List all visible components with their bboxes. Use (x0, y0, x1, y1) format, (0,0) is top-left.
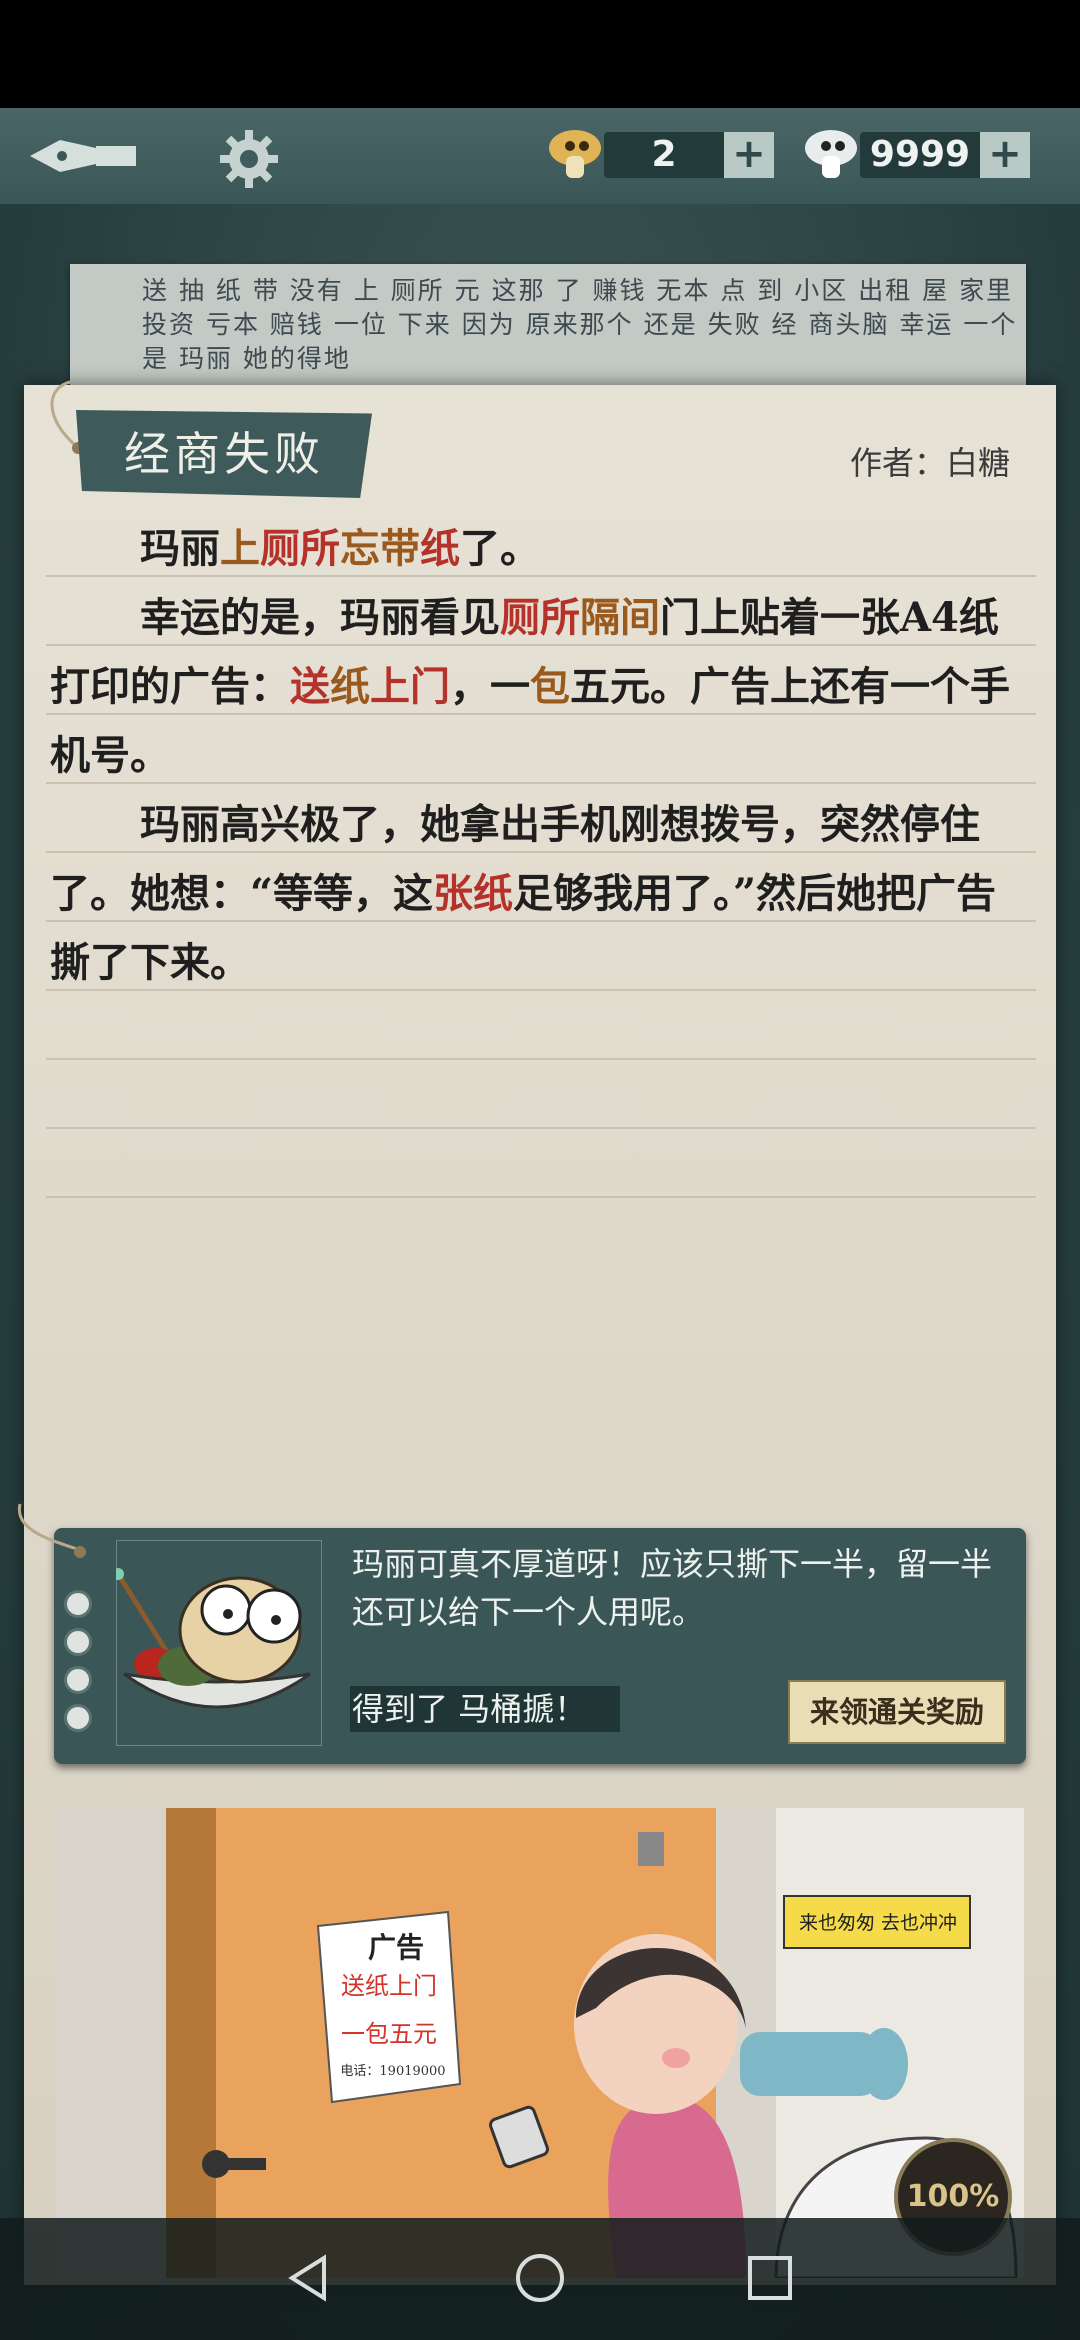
ruled-line (46, 1058, 1036, 1060)
claim-reward-button[interactable]: 来领通关奖励 (788, 1680, 1006, 1744)
hint-words-strip: 送 抽 纸 带 没有 上 厕所 元 这那 了 赚钱 无本 点 到 小区 出租 屋… (70, 264, 1026, 396)
toilet-sign: 来也匆匆 去也冲冲 (798, 1912, 958, 1934)
author-label: 作者：白糖 (849, 444, 1010, 482)
story-paragraph-3: 玛丽高兴极了，她拿出手机刚想拨号，突然停住了。她想：“等等，这张纸足够我用了。”… (50, 801, 997, 986)
binder-hole (64, 1628, 92, 1656)
pen-back-icon[interactable] (26, 130, 146, 182)
turtle-plunger-icon (116, 1540, 322, 1746)
story-paragraph-2: 幸运的是，玛丽看见厕所隔间门上贴着一张A4纸打印的广告：送纸上门，一包五元。广告… (50, 594, 1010, 779)
status-bar (0, 0, 1080, 108)
binder-hole (64, 1666, 92, 1694)
bathroom-scene (56, 1808, 1024, 2278)
hint-words-text: 送 抽 纸 带 没有 上 厕所 元 这那 了 赚钱 无本 点 到 小区 出租 屋… (142, 276, 1018, 373)
top-bar: 2 + 9999 + (0, 108, 1080, 204)
coin-mushroom-icon (805, 130, 857, 178)
level-title: 经商失败 (124, 427, 324, 481)
navigation-bar (0, 2218, 1080, 2340)
settings-gear-icon[interactable] (218, 128, 280, 190)
ruled-line (46, 1196, 1036, 1198)
hint-mushroom-icon (549, 130, 601, 178)
gain-prefix: 得到了 (352, 1690, 449, 1728)
gain-item: 马桶搋！ (458, 1690, 587, 1728)
add-coin-button[interactable]: + (980, 132, 1030, 178)
story-paragraph-1: 玛丽上厕所忘带纸了。 (140, 525, 540, 572)
hint-count: 2 (651, 134, 677, 175)
poster-title: 广告 (367, 1931, 424, 1964)
comment-text: 玛丽可真不厚道呀！应该只撕下一半，留一半还可以给下一个人用呢。 (352, 1545, 993, 1631)
nav-home-icon[interactable] (514, 2252, 566, 2304)
nav-recents-icon[interactable] (744, 2252, 796, 2304)
poster-phone: 电话：19019000 (340, 2064, 446, 2079)
ruled-line (46, 1127, 1036, 1129)
binder-hole (64, 1590, 92, 1618)
poster-line-1: 送纸上门 (341, 1972, 437, 2000)
story-text: 玛丽上厕所忘带纸了。 幸运的是，玛丽看见厕所隔间门上贴着一张A4纸打印的广告：送… (50, 514, 1030, 997)
binder-hole (64, 1704, 92, 1732)
gain-text: 得到了 马桶搋！ (352, 1686, 642, 1732)
nav-back-icon[interactable] (284, 2252, 336, 2304)
scene-illustration: 广告 送纸上门 一包五元 电话：19019000 来也匆匆 去也冲冲 (56, 1808, 1024, 2278)
coin-count: 9999 (869, 134, 971, 175)
poster-line-2: 一包五元 (341, 2020, 437, 2048)
add-hint-button[interactable]: + (724, 132, 774, 178)
string-icon (17, 1503, 86, 1558)
